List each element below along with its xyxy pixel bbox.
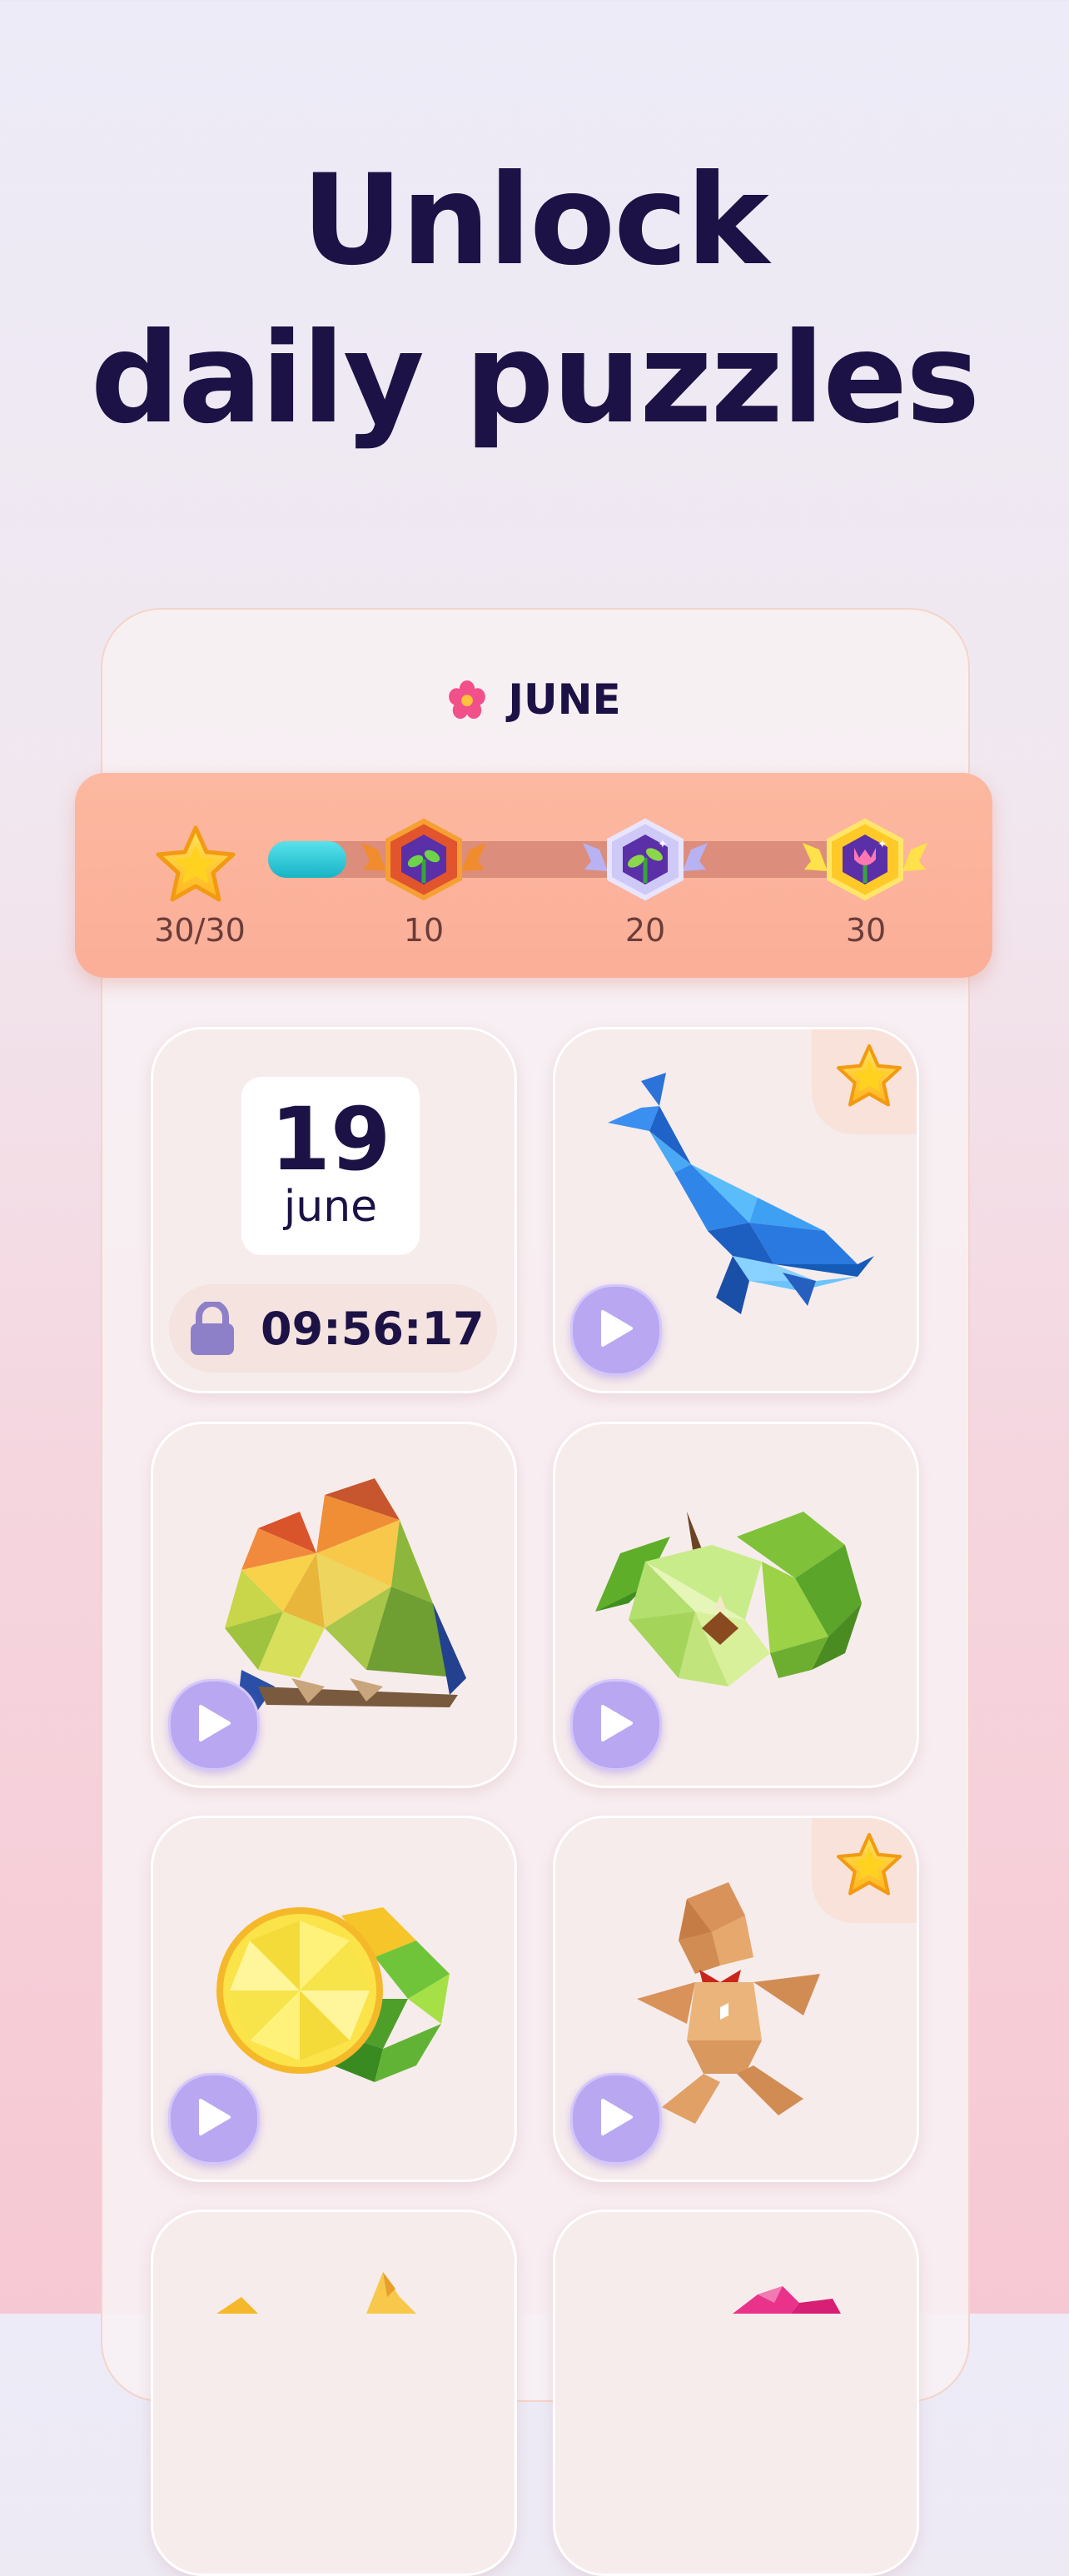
play-button[interactable] (168, 2073, 260, 2165)
headline: Unlock daily puzzles (0, 142, 1069, 458)
star-icon (835, 1831, 903, 1898)
whale-art (608, 1073, 874, 1314)
play-button[interactable] (570, 2073, 662, 2165)
completed-badge (812, 1818, 917, 1923)
play-button[interactable] (570, 1284, 662, 1376)
svg-text:✦: ✦ (658, 838, 668, 851)
headline-line-1: Unlock (301, 148, 769, 293)
stars-count: 30/30 (154, 912, 246, 949)
date-box: 19 june (241, 1077, 420, 1255)
date-month: june (283, 1182, 378, 1232)
star-icon (154, 825, 237, 904)
svg-text:✦: ✦ (878, 838, 888, 851)
lock-icon (191, 1302, 234, 1355)
play-icon (199, 2099, 231, 2135)
sprout-badge-icon[interactable]: ✦ (583, 818, 708, 901)
play-icon (601, 1705, 633, 1741)
lovebirds-art (225, 1478, 466, 1745)
play-icon (199, 1705, 231, 1741)
headline-line-2: daily puzzles (90, 306, 981, 451)
puzzle-art-partial (733, 2286, 841, 2314)
tulip-badge-icon[interactable]: ✦ (803, 818, 927, 901)
progress-fill (268, 841, 346, 878)
play-button[interactable] (168, 1679, 260, 1771)
puzzle-tile[interactable] (553, 2210, 919, 2576)
milestone-10-label: 10 (403, 912, 445, 949)
puzzle-tile[interactable] (151, 2210, 517, 2576)
apples-art (595, 1512, 862, 1687)
milestone-20-label: 20 (624, 912, 666, 949)
countdown-timer: 09:56:17 (261, 1302, 485, 1355)
month-title: JUNE (508, 675, 621, 724)
date-day: 19 (270, 1089, 391, 1190)
countdown-pill: 09:56:17 (169, 1284, 497, 1373)
progress-track (268, 841, 868, 878)
play-icon (601, 2099, 633, 2135)
month-header: JUNE (0, 666, 1069, 733)
sprout-badge-icon[interactable] (361, 818, 486, 901)
play-icon (601, 1310, 633, 1347)
play-button[interactable] (570, 1679, 662, 1771)
lemon-art (216, 1907, 450, 2082)
puzzle-art-partial (216, 2272, 416, 2314)
flower-icon (449, 680, 486, 719)
milestone-30-label: 30 (845, 912, 887, 949)
gingerbread-art (637, 1882, 820, 2124)
